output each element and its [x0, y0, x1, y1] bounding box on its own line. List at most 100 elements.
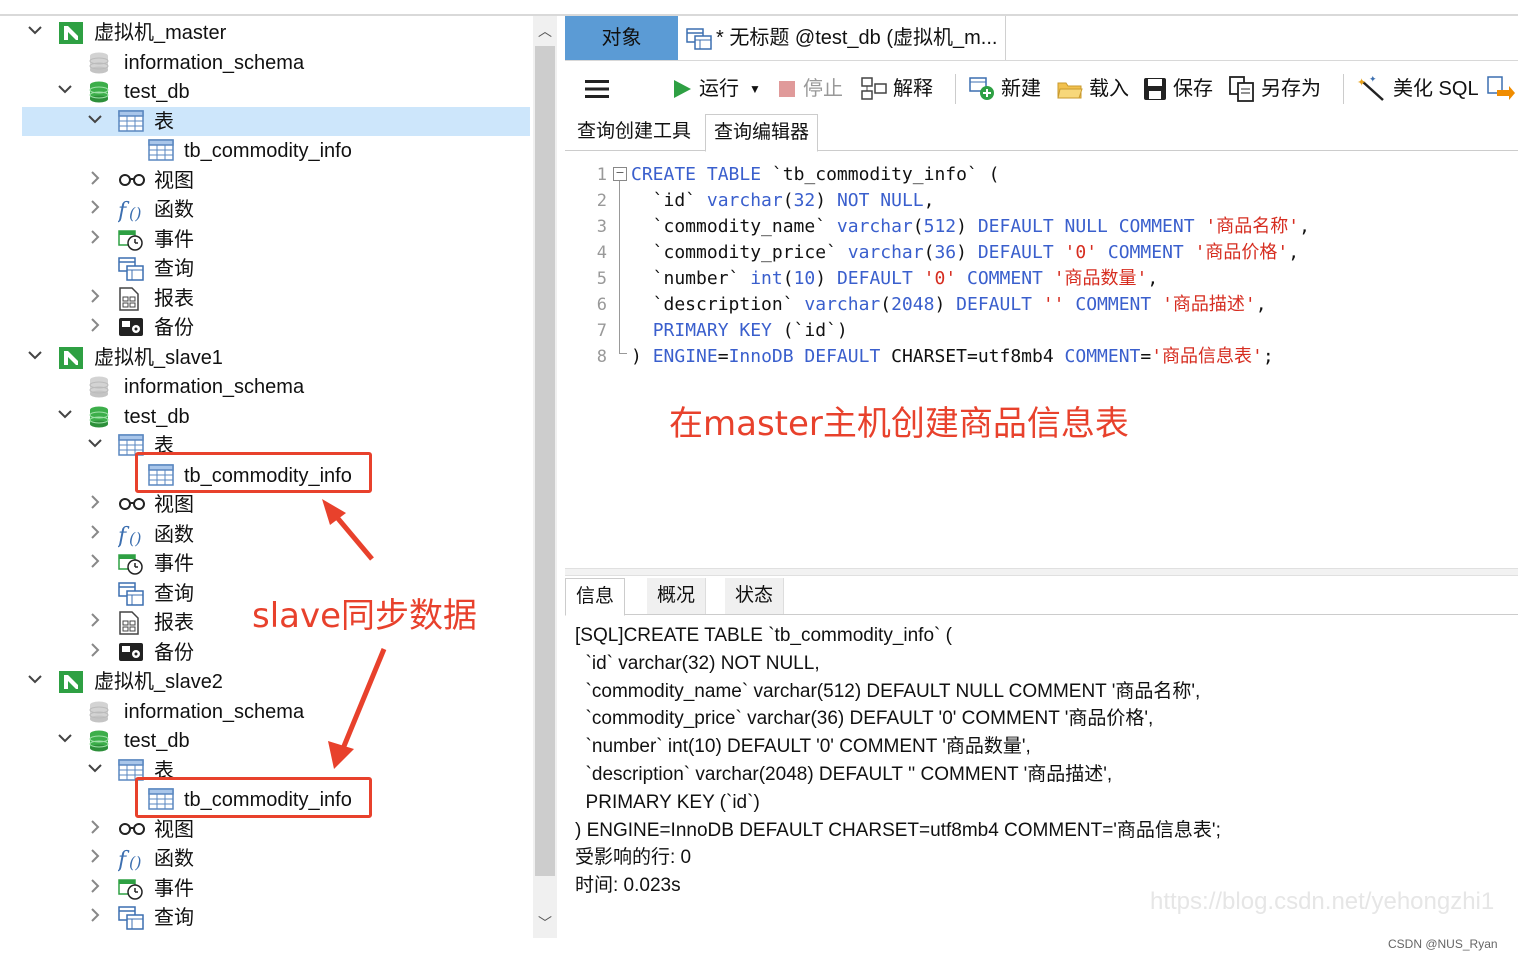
chevron-right-icon[interactable]: [86, 524, 104, 544]
info-line: ) ENGINE=InnoDB DEFAULT CHARSET=utf8mb4 …: [575, 819, 1221, 841]
query-toolbar: 运行 ▼ 停止 解释 新建 载入 保存 另存为 ✦ ✦ 美化 SQL: [565, 66, 1518, 112]
chevron-right-icon[interactable]: [86, 229, 104, 249]
tree-item-label: 视图: [154, 494, 194, 516]
pane-splitter[interactable]: [565, 568, 1518, 576]
tree-item-label: 视图: [154, 818, 194, 841]
scroll-up-icon[interactable]: ︿: [533, 20, 557, 42]
scrollbar-thumb[interactable]: [535, 46, 555, 876]
tab-objects[interactable]: 对象: [565, 16, 678, 60]
chevron-right-icon[interactable]: [86, 170, 104, 190]
tree-item[interactable]: 视图: [22, 166, 530, 195]
new-button[interactable]: 新建: [969, 74, 1041, 104]
chevron-right-icon[interactable]: [86, 612, 104, 632]
explain-icon: [861, 77, 887, 100]
explain-button[interactable]: 解释: [861, 74, 933, 104]
tree-item[interactable]: f() 函数: [22, 520, 530, 549]
tree-item-label: 函数: [154, 848, 194, 870]
chevron-right-icon[interactable]: [86, 848, 104, 868]
chevron-right-icon[interactable]: [86, 553, 104, 573]
sql-editor[interactable]: − CREATE TABLE `tb_commodity_info` ( `id…: [565, 156, 1518, 566]
tree-item[interactable]: f() 函数: [22, 195, 530, 224]
chevron-down-icon[interactable]: [86, 435, 104, 455]
chevron-down-icon[interactable]: [56, 406, 74, 426]
save-as-button[interactable]: 另存为: [1229, 74, 1321, 104]
chevron-down-icon[interactable]: [26, 671, 44, 691]
tree-item[interactable]: 虚拟机_slave1: [22, 343, 530, 372]
run-dropdown-icon[interactable]: ▼: [749, 74, 761, 104]
tree-item[interactable]: f() 函数: [22, 844, 530, 873]
chevron-right-icon[interactable]: [86, 642, 104, 662]
chevron-down-icon[interactable]: [26, 22, 44, 42]
tree-item[interactable]: tb_commodity_info: [22, 136, 530, 165]
query-icon: [118, 906, 144, 930]
svg-text:(): (): [129, 853, 141, 872]
chevron-right-icon[interactable]: [86, 819, 104, 839]
tree-item-label: 报表: [154, 287, 194, 310]
export-button[interactable]: [1487, 74, 1515, 104]
tree-item[interactable]: test_db: [22, 726, 530, 755]
tab-query[interactable]: * 无标题 @test_db (虚拟机_m...: [680, 16, 1006, 60]
tree-item[interactable]: information_schema: [22, 372, 530, 401]
tree-item[interactable]: 查询: [22, 254, 530, 283]
tree-item[interactable]: 视图: [22, 815, 530, 844]
svg-text:✦: ✦: [1357, 77, 1366, 89]
scroll-down-icon[interactable]: ﹀: [533, 912, 557, 934]
chevron-right-icon[interactable]: [86, 199, 104, 219]
tree-item[interactable]: 备份: [22, 313, 530, 342]
chevron-down-icon[interactable]: [86, 111, 104, 131]
toolbar-divider: [955, 74, 956, 104]
tree-item[interactable]: 表: [22, 106, 530, 136]
menu-button[interactable]: [585, 74, 609, 104]
tree-item[interactable]: 事件: [22, 874, 530, 903]
toolbar-divider-2: [1343, 74, 1344, 104]
chevron-right-icon[interactable]: [86, 878, 104, 898]
chevron-right-icon[interactable]: [86, 288, 104, 308]
chevron-right-icon[interactable]: [86, 907, 104, 927]
tab-query-editor[interactable]: 查询编辑器: [705, 114, 819, 152]
load-button[interactable]: 载入: [1057, 74, 1129, 104]
chevron-down-icon[interactable]: [86, 760, 104, 780]
code-line-5: `number` int(10) DEFAULT '0' COMMENT '商品…: [631, 268, 1159, 289]
tree-item[interactable]: 视图: [22, 490, 530, 519]
tree-item[interactable]: 事件: [22, 225, 530, 254]
line-number: 2: [596, 191, 607, 211]
info-line: [SQL]CREATE TABLE `tb_commodity_info` (: [575, 625, 952, 646]
function-icon: f(): [116, 523, 144, 549]
chevron-right-icon[interactable]: [86, 494, 104, 514]
stop-button[interactable]: 停止: [777, 74, 843, 104]
tree-item[interactable]: test_db: [22, 77, 530, 106]
code-line-1: CREATE TABLE `tb_commodity_info` (: [631, 164, 1000, 185]
chevron-down-icon[interactable]: [26, 347, 44, 367]
save-button[interactable]: 保存: [1143, 74, 1213, 104]
tree-item-label: 虚拟机_slave2: [94, 671, 223, 693]
slave1-table-highlight: [135, 452, 372, 493]
tree-item[interactable]: 查询: [22, 903, 530, 932]
tree-item[interactable]: 事件: [22, 549, 530, 578]
tree-item[interactable]: 备份: [22, 638, 530, 667]
line-number: 6: [596, 295, 607, 315]
beautify-sql-button[interactable]: ✦ ✦ 美化 SQL: [1357, 74, 1479, 104]
tree-item[interactable]: 报表: [22, 284, 530, 313]
tree-item[interactable]: information_schema: [22, 697, 530, 726]
database-green-icon: [88, 80, 114, 104]
tree-item[interactable]: 虚拟机_slave2: [22, 667, 530, 696]
chevron-right-icon[interactable]: [86, 317, 104, 337]
tree-item-label: 备份: [154, 317, 194, 339]
run-button[interactable]: 运行 ▼: [671, 74, 761, 104]
fold-toggle-icon[interactable]: −: [613, 167, 627, 181]
function-icon: f(): [116, 198, 144, 224]
tab-overview[interactable]: 概况: [647, 578, 707, 614]
tab-info[interactable]: 信息: [565, 578, 626, 616]
tree-item[interactable]: 虚拟机_master: [22, 18, 530, 47]
tree-scrollbar[interactable]: ︿ ﹀: [533, 16, 557, 938]
tree-item[interactable]: information_schema: [22, 48, 530, 77]
tab-query-builder[interactable]: 查询创建工具: [569, 114, 699, 150]
tree-item[interactable]: test_db: [22, 402, 530, 431]
info-line: `commodity_name` varchar(512) DEFAULT NU…: [575, 680, 1201, 702]
save-as-label: 另存为: [1261, 78, 1321, 100]
tab-status[interactable]: 状态: [725, 578, 785, 614]
chevron-down-icon[interactable]: [56, 81, 74, 101]
tree-item-label: test_db: [124, 81, 190, 103]
chevron-down-icon[interactable]: [56, 730, 74, 750]
event-icon: [118, 552, 144, 576]
